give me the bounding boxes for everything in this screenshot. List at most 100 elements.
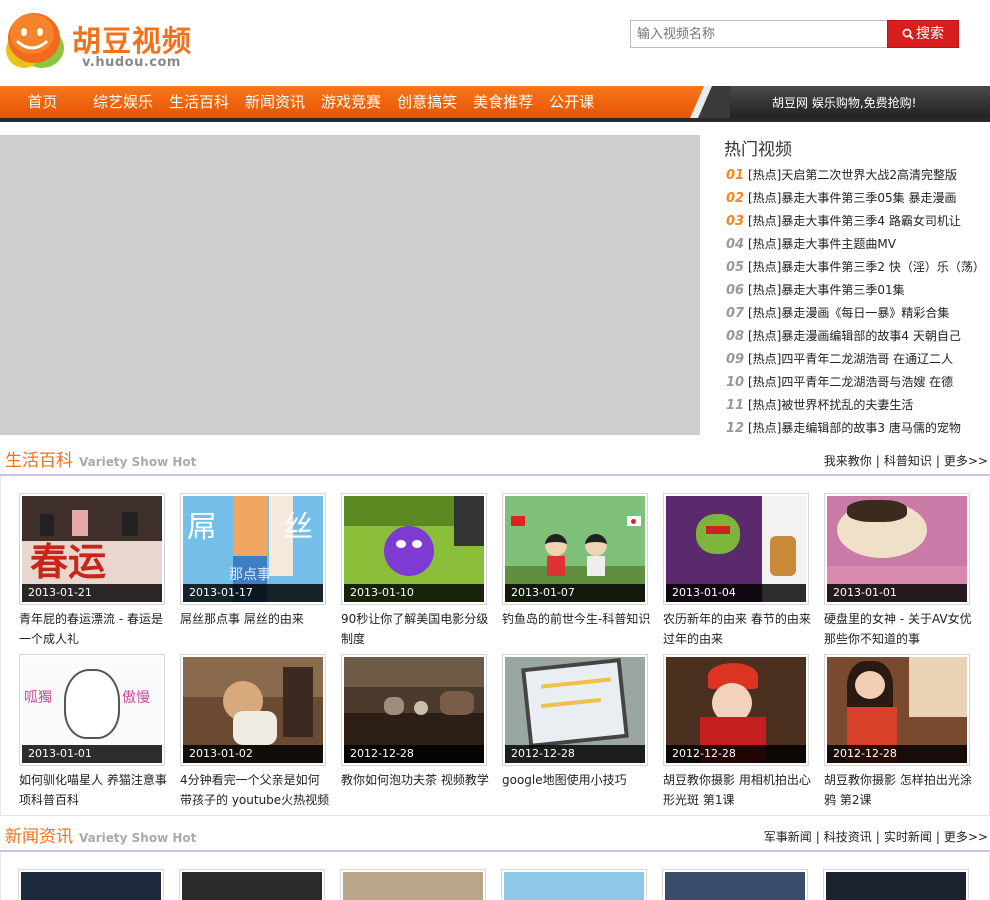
site-logo[interactable]: 胡豆视频 v.hudou.com: [2, 6, 232, 74]
video-date: 2012-12-28: [666, 745, 806, 763]
thumb-caption: 傲慢: [122, 690, 150, 706]
video-title[interactable]: 如何驯化喵星人 养猫注意事项科普百科: [19, 770, 169, 810]
hot-video-item[interactable]: 11 [热点]被世界杯扰乱的夫妻生活: [724, 394, 990, 417]
video-date: 2013-01-17: [183, 584, 323, 602]
hot-video-title[interactable]: [热点]暴走编辑部的故事3 唐马儒的宠物: [748, 421, 961, 435]
hot-video-title[interactable]: [热点]被世界杯扰乱的夫妻生活: [748, 398, 913, 412]
hot-video-item[interactable]: 07 [热点]暴走漫画《每日一暴》精彩合集: [724, 302, 990, 325]
rank-number: 08: [726, 329, 745, 344]
video-title[interactable]: 硬盘里的女神 - 关于AV女优 那些你不知道的事: [824, 609, 974, 649]
video-thumbnail[interactable]: [18, 869, 164, 900]
nav-item-news[interactable]: 新闻资讯: [237, 86, 313, 118]
main-nav: 首页 综艺娱乐 生活百科 新闻资讯 游戏竞赛 创意搞笑 美食推荐 公开课 胡豆网…: [0, 86, 990, 122]
video-thumbnail[interactable]: 2013-01-07: [502, 493, 648, 605]
rank-number: 06: [726, 283, 745, 298]
video-title[interactable]: 屌丝那点事 屌丝的由来: [180, 609, 330, 649]
nav-item-life[interactable]: 生活百科: [161, 86, 237, 118]
hot-video-item[interactable]: 01 [热点]天启第二次世界大战2高清完整版: [724, 164, 990, 187]
more-link[interactable]: 更多>>: [944, 830, 988, 844]
section-links: 我来教你 | 科普知识 | 更多>>: [823, 454, 988, 468]
video-thumbnail[interactable]: [340, 869, 486, 900]
hot-video-item[interactable]: 09 [热点]四平青年二龙湖浩哥 在通辽二人: [724, 348, 990, 371]
hot-videos-title: 热门视频: [724, 140, 792, 160]
link-military[interactable]: 军事新闻: [764, 830, 812, 844]
hot-video-title[interactable]: [热点]暴走漫画编辑部的故事4 天朝自己: [748, 329, 961, 343]
video-date: 2013-01-04: [666, 584, 806, 602]
video-title[interactable]: 4分钟看完一个父亲是如何带孩子的 youtube火热视频: [180, 770, 330, 810]
video-thumbnail[interactable]: 2012-12-28: [341, 654, 487, 766]
banner-placeholder[interactable]: [0, 135, 700, 435]
link-tech[interactable]: 科技资讯: [824, 830, 872, 844]
video-thumbnail[interactable]: 2013-01-02: [180, 654, 326, 766]
logo-title: 胡豆视频: [72, 24, 193, 58]
rank-number: 11: [726, 398, 745, 413]
video-thumbnail[interactable]: [662, 869, 808, 900]
hot-videos-panel: 热门视频 01 [热点]天启第二次世界大战2高清完整版 02 [热点]暴走大事件第三…: [724, 138, 990, 440]
hot-video-title[interactable]: [热点]四平青年二龙湖浩哥 在通辽二人: [748, 352, 953, 366]
hot-video-title[interactable]: [热点]四平青年二龙湖浩哥与浩嫂 在德: [748, 375, 953, 389]
video-date: 2012-12-28: [344, 745, 484, 763]
rank-number: 05: [726, 260, 745, 275]
video-thumbnail[interactable]: [179, 869, 325, 900]
nav-item-food[interactable]: 美食推荐: [465, 86, 541, 118]
hot-video-item[interactable]: 06 [热点]暴走大事件第三季01集: [724, 279, 990, 302]
logo-smiley-icon: [6, 13, 64, 68]
link-teach[interactable]: 我来教你: [824, 454, 872, 468]
thumb-caption: 那点事: [229, 567, 271, 583]
video-title[interactable]: 青年屁的春运漂流 - 春运是一个成人礼: [19, 609, 169, 649]
section-subtitle: Variety Show Hot: [79, 831, 197, 845]
hot-video-item[interactable]: 10 [热点]四平青年二龙湖浩哥与浩嫂 在德: [724, 371, 990, 394]
hot-video-title[interactable]: [热点]暴走大事件第三季2 快（淫）乐（荡）: [748, 260, 985, 274]
video-thumbnail[interactable]: 2013-01-04: [663, 493, 809, 605]
nav-item-variety[interactable]: 综艺娱乐: [85, 86, 161, 118]
thumb-caption: 屌: [187, 510, 217, 545]
video-thumbnail[interactable]: 2013-01-01: [824, 493, 970, 605]
hot-video-title[interactable]: [热点]暴走大事件第三季01集: [748, 283, 905, 297]
hot-video-title[interactable]: [热点]暴走大事件第三季4 路霸女司机让: [748, 214, 961, 228]
hot-video-item[interactable]: 05 [热点]暴走大事件第三季2 快（淫）乐（荡）: [724, 256, 990, 279]
nav-item-open-course[interactable]: 公开课: [541, 86, 602, 118]
search-input[interactable]: [630, 20, 887, 48]
link-science[interactable]: 科普知识: [884, 454, 932, 468]
video-title[interactable]: 教你如何泡功夫茶 视频教学: [341, 770, 491, 810]
video-thumbnail[interactable]: [823, 869, 969, 900]
video-thumbnail[interactable]: 2013-01-10: [341, 493, 487, 605]
nav-item-funny[interactable]: 创意搞笑: [389, 86, 465, 118]
hot-video-item[interactable]: 08 [热点]暴走漫画编辑部的故事4 天朝自己: [724, 325, 990, 348]
video-thumbnail[interactable]: [501, 869, 647, 900]
rank-number: 12: [726, 421, 745, 436]
video-thumbnail[interactable]: 春运 2013-01-21: [19, 493, 165, 605]
nav-item-home[interactable]: 首页: [0, 86, 85, 118]
video-title[interactable]: google地图使用小技巧: [502, 770, 652, 810]
hot-video-item[interactable]: 04 [热点]暴走大事件主题曲MV: [724, 233, 990, 256]
logo-domain: v.hudou.com: [82, 55, 181, 70]
rank-number: 02: [726, 191, 745, 206]
hot-video-title[interactable]: [热点]暴走大事件主题曲MV: [748, 237, 896, 251]
video-thumbnail[interactable]: 2012-12-28: [502, 654, 648, 766]
hot-video-item[interactable]: 12 [热点]暴走编辑部的故事3 唐马儒的宠物: [724, 417, 990, 440]
hot-video-title[interactable]: [热点]暴走大事件第三季05集 暴走漫画: [748, 191, 956, 205]
search-button[interactable]: 搜索: [887, 20, 959, 48]
hot-video-title[interactable]: [热点]暴走漫画《每日一暴》精彩合集: [748, 306, 949, 320]
video-title[interactable]: 90秒让你了解美国电影分级制度: [341, 609, 491, 649]
video-title[interactable]: 钓鱼岛的前世今生-科普知识: [502, 609, 652, 649]
hot-video-item[interactable]: 03 [热点]暴走大事件第三季4 路霸女司机让: [724, 210, 990, 233]
hot-videos-list: 01 [热点]天启第二次世界大战2高清完整版 02 [热点]暴走大事件第三季05集 …: [724, 164, 990, 440]
video-thumbnail[interactable]: 2012-12-28: [824, 654, 970, 766]
nav-item-games[interactable]: 游戏竞赛: [313, 86, 389, 118]
video-thumbnail[interactable]: 2012-12-28: [663, 654, 809, 766]
section-title-text: 生活百科: [5, 451, 73, 471]
section-title[interactable]: 新闻资讯 Variety Show Hot: [5, 824, 196, 851]
video-title[interactable]: 胡豆教你摄影 怎样拍出光涂鸦 第2课: [824, 770, 974, 810]
video-thumbnail[interactable]: 呱獨 傲慢 2013-01-01: [19, 654, 165, 766]
link-realtime[interactable]: 实时新闻: [884, 830, 932, 844]
more-link[interactable]: 更多>>: [944, 454, 988, 468]
nav-slogan-link[interactable]: 胡豆网 娱乐购物,免费抢购!: [772, 86, 916, 120]
hot-video-title[interactable]: [热点]天启第二次世界大战2高清完整版: [748, 168, 957, 182]
thumb-caption: 呱獨: [24, 690, 52, 706]
video-title[interactable]: 胡豆教你摄影 用相机拍出心形光斑 第1课: [663, 770, 813, 810]
video-thumbnail[interactable]: 屌 丝 那点事 2013-01-17: [180, 493, 326, 605]
hot-video-item[interactable]: 02 [热点]暴走大事件第三季05集 暴走漫画: [724, 187, 990, 210]
section-title[interactable]: 生活百科 Variety Show Hot: [5, 448, 196, 475]
video-title[interactable]: 农历新年的由来 春节的由来 过年的由来: [663, 609, 813, 649]
